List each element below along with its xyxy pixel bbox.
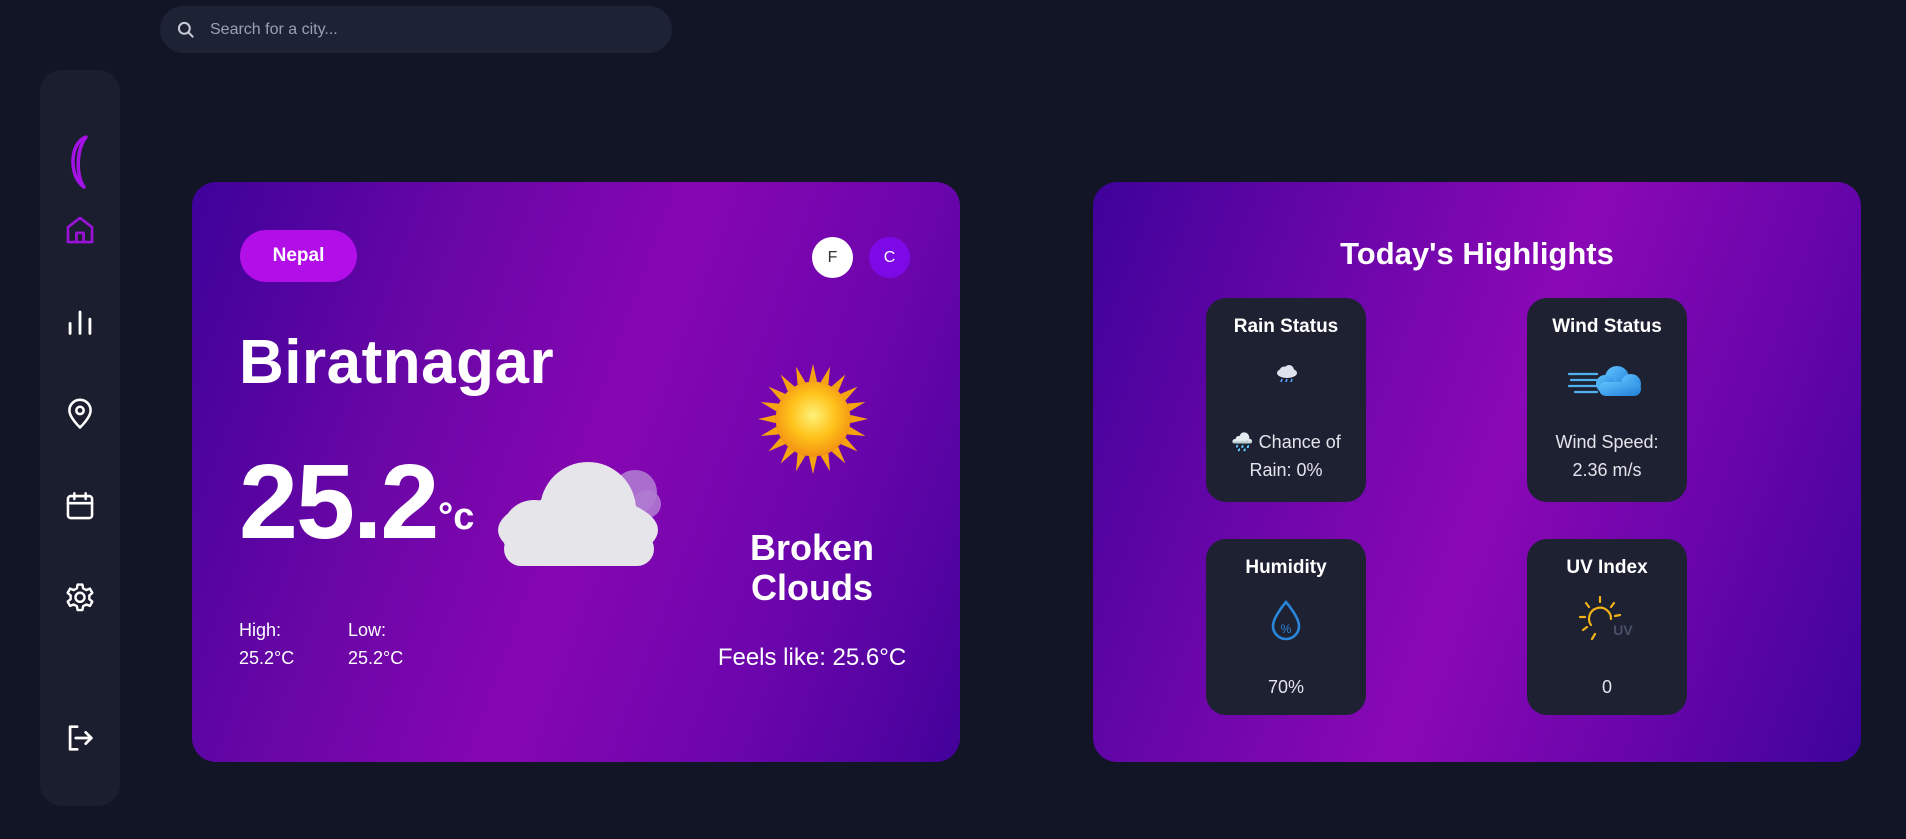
high-value: 25.2°C — [239, 648, 295, 668]
location-pin-icon — [68, 398, 92, 430]
wind-speed-value: 2.36 m/s — [1572, 460, 1642, 480]
sun-icon — [757, 363, 869, 475]
condition-line-2: Clouds — [751, 567, 873, 608]
country-badge[interactable]: Nepal — [240, 230, 357, 282]
sidebar-item-calendar[interactable] — [40, 482, 120, 530]
sun-ray — [795, 366, 806, 385]
city-name: Biratnagar — [239, 328, 555, 397]
uv-index-tile: UV Index UV 0 — [1527, 539, 1687, 715]
fahrenheit-toggle[interactable]: F — [812, 237, 853, 278]
sidebar-item-home[interactable] — [40, 206, 120, 254]
feels-like: Feels like: 25.6°C — [717, 644, 907, 671]
sun-ray — [757, 414, 776, 424]
sun-ray — [820, 453, 831, 472]
highlights-card: Today's Highlights Rain Status 🌧️ Chance… — [1093, 182, 1861, 762]
sun-ray — [847, 426, 866, 437]
weather-condition: Broken Clouds — [712, 528, 912, 608]
app-logo[interactable] — [40, 120, 120, 204]
sun-ray — [820, 366, 831, 385]
sun-ray — [850, 414, 869, 424]
sun-ray — [808, 456, 818, 475]
rain-status-tile: Rain Status 🌧️ Chance of Rain: 0% — [1206, 298, 1366, 502]
sun-ray — [760, 426, 779, 437]
sidebar-item-stats[interactable] — [40, 298, 120, 346]
calendar-icon — [66, 491, 94, 520]
celsius-toggle[interactable]: C — [869, 237, 910, 278]
search-icon — [177, 21, 194, 38]
sun-ray — [847, 401, 866, 412]
low-label: Low: — [348, 620, 387, 640]
moon-logo-icon — [71, 135, 88, 189]
logout-button[interactable] — [40, 714, 120, 762]
humidity-title: Humidity — [1245, 557, 1327, 578]
wind-cloud-icon — [1567, 366, 1641, 396]
uv-icon-label: UV — [1613, 622, 1633, 638]
temperature-value: 25.2 — [239, 443, 439, 561]
low-value: 25.2°C — [348, 648, 404, 668]
rain-chance-line-2: Rain: 0% — [1249, 460, 1323, 480]
sun-ray — [808, 363, 818, 382]
humidity-drop-icon: % — [1271, 600, 1301, 641]
humidity-tile: Humidity % 70% — [1206, 539, 1366, 715]
uv-index-title: UV Index — [1566, 557, 1648, 578]
wind-status-title: Wind Status — [1552, 316, 1662, 337]
rain-status-title: Rain Status — [1233, 316, 1339, 337]
home-icon — [66, 216, 94, 244]
svg-text:%: % — [1281, 622, 1292, 636]
condition-line-1: Broken — [749, 527, 875, 568]
cloud-icon — [498, 462, 661, 566]
sun-ray — [795, 453, 806, 472]
current-weather-card: Nepal F C Biratnagar 25.2 °c High: 25.2°… — [192, 182, 960, 762]
wind-speed-label: Wind Speed: — [1555, 432, 1659, 452]
search-bar[interactable] — [160, 6, 672, 53]
uv-index-value: 0 — [1601, 677, 1612, 697]
sidebar — [40, 70, 120, 806]
sun-ray — [760, 401, 779, 412]
wind-status-tile: Wind Status Wind Speed: 2.36 m/s — [1527, 298, 1687, 502]
highlights-title: Today's Highlights — [1340, 236, 1614, 271]
logout-icon — [68, 725, 93, 751]
temperature-unit: °c — [438, 496, 475, 538]
bar-chart-icon — [68, 310, 92, 335]
sidebar-item-location[interactable] — [40, 390, 120, 438]
rain-chance-line-1: 🌧️ Chance of — [1231, 432, 1341, 452]
high-label: High: — [239, 620, 282, 640]
humidity-value: 70% — [1267, 677, 1305, 697]
rain-cloud-icon — [1277, 365, 1297, 383]
search-input[interactable] — [210, 20, 650, 39]
uv-sun-icon: UV — [1578, 595, 1633, 641]
settings-gear-icon — [66, 583, 94, 612]
sidebar-item-settings[interactable] — [40, 574, 120, 622]
